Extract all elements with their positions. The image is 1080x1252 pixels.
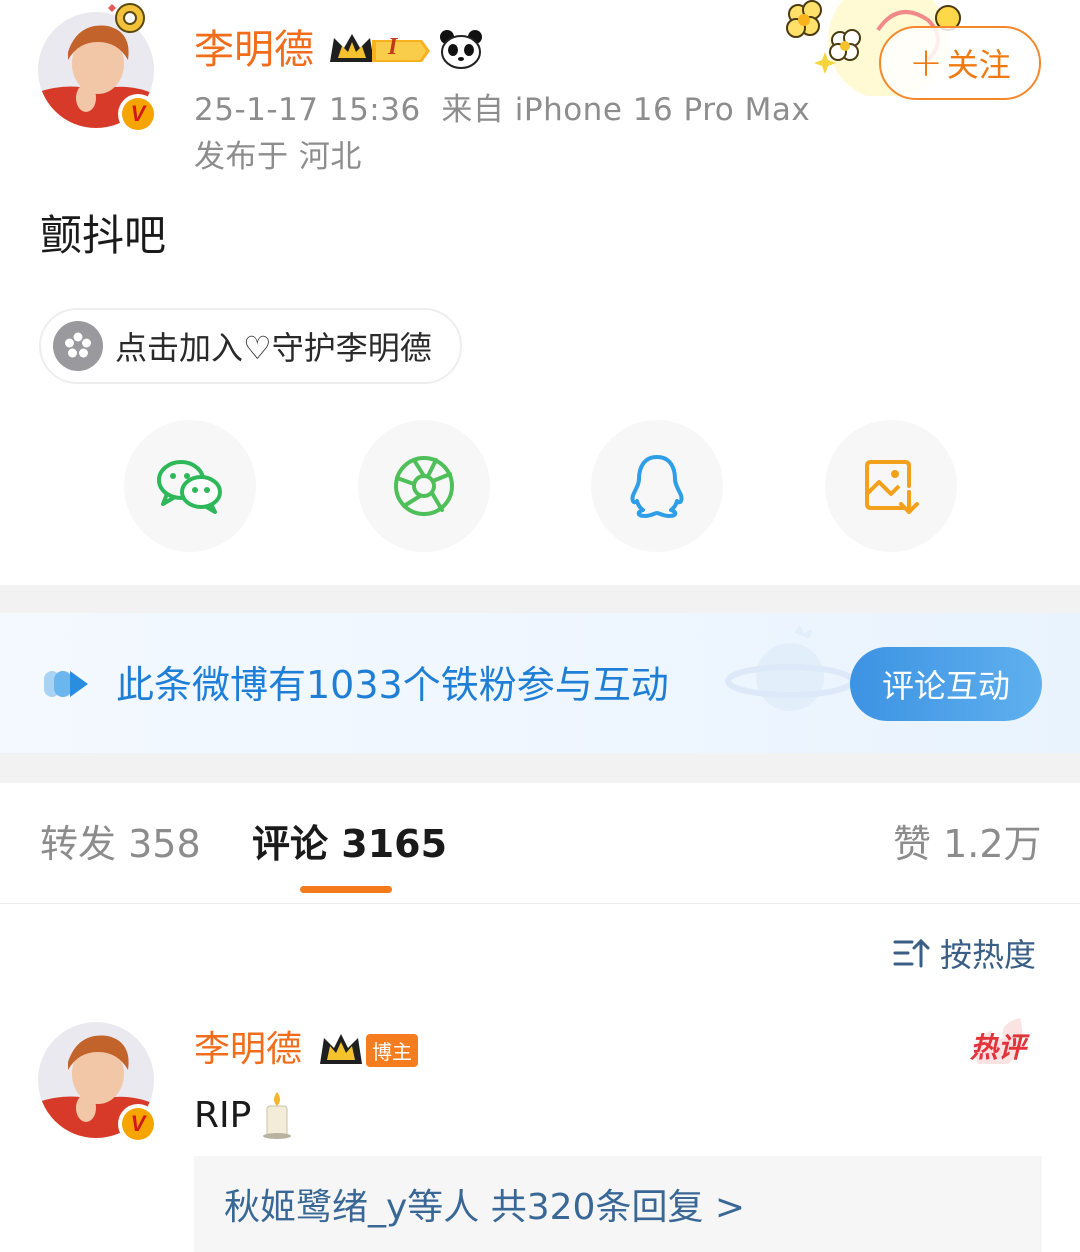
tab-likes-count: 1.2万: [943, 822, 1042, 866]
post-meta-line: 25-1-17 15:36 来自 iPhone 16 Pro Max: [194, 90, 810, 130]
tab-likes[interactable]: 赞 1.2万: [893, 820, 1042, 868]
tabs-divider: [0, 903, 1080, 904]
comment-verified-badge-icon: V: [118, 1104, 158, 1144]
share-wechat-button[interactable]: [124, 420, 256, 552]
comment-body-text: RIP: [194, 1090, 297, 1140]
flower-icon: [53, 321, 103, 371]
follow-button-label: 关注: [946, 46, 1011, 84]
avatar-pendant-icon: [108, 3, 145, 33]
post-source: 来自 iPhone 16 Pro Max: [441, 92, 811, 128]
share-moments-button[interactable]: [358, 420, 490, 552]
wechat-icon: [157, 460, 222, 514]
tab-likes-label: 赞: [893, 822, 932, 866]
panda-icon: [440, 30, 482, 69]
section-divider: [0, 585, 1080, 613]
fans-interaction-banner[interactable]: 此条微博有1033个铁粉参与互动 评论互动: [0, 613, 1080, 753]
guard-join-chip[interactable]: 点击加入♡守护李明德: [39, 308, 462, 384]
comment-replies-link: 秋姬鹭绪_y等人 共320条回复 >: [224, 1187, 746, 1228]
tab-repost-count: 358: [128, 822, 201, 866]
post-timestamp: 25-1-17 15:36: [194, 92, 421, 128]
comment-text: RIP: [194, 1094, 252, 1136]
qq-icon: [630, 455, 684, 518]
hot-comment-badge: 热评: [970, 1018, 1027, 1066]
tab-comments[interactable]: 评论 3165: [252, 820, 447, 868]
verified-badge-icon: V: [118, 94, 158, 134]
active-tab-indicator: [300, 886, 392, 893]
hot-comment-label: 热评: [970, 1031, 1027, 1064]
crown-icon: [320, 1034, 362, 1064]
post-body-text: 颤抖吧: [40, 211, 167, 260]
blogger-tag: 博主: [366, 1033, 418, 1067]
comment-author-name[interactable]: 李明德: [194, 1028, 302, 1072]
candle-icon: [263, 1092, 292, 1139]
membership-crown-badge[interactable]: I: [328, 28, 432, 72]
level-badge-text: I: [388, 34, 398, 60]
comment-interact-button[interactable]: 评论互动: [850, 647, 1042, 721]
fans-icon: [44, 671, 88, 697]
comment-author-badges: 博主: [318, 1030, 418, 1070]
post-location: 发布于 河北: [194, 139, 362, 175]
crown-icon: [330, 34, 430, 62]
sort-by-hot-button[interactable]: 按热度: [892, 930, 1036, 976]
moments-icon: [394, 456, 454, 516]
comment-replies-summary[interactable]: 秋姬鹭绪_y等人 共320条回复 >: [194, 1156, 1042, 1252]
tab-comments-label: 评论: [252, 822, 329, 866]
planet-decoration-icon: [725, 625, 855, 711]
section-divider: [0, 753, 1080, 783]
save-image-icon: [865, 460, 919, 514]
fans-interaction-text: 此条微博有1033个铁粉参与互动: [116, 663, 669, 707]
share-qq-button[interactable]: [591, 420, 723, 552]
tab-repost[interactable]: 转发 358: [40, 820, 201, 868]
sort-icon: [893, 938, 930, 968]
plus-icon: +: [909, 40, 943, 86]
tab-comments-count: 3165: [341, 822, 448, 866]
save-image-button[interactable]: [825, 420, 957, 552]
follow-button[interactable]: + 关注: [879, 26, 1041, 100]
tab-repost-label: 转发: [40, 822, 117, 866]
guard-join-label: 点击加入♡守护李明德: [115, 329, 432, 367]
post-author-name[interactable]: 李明德: [194, 26, 314, 74]
sort-label: 按热度: [940, 936, 1037, 974]
